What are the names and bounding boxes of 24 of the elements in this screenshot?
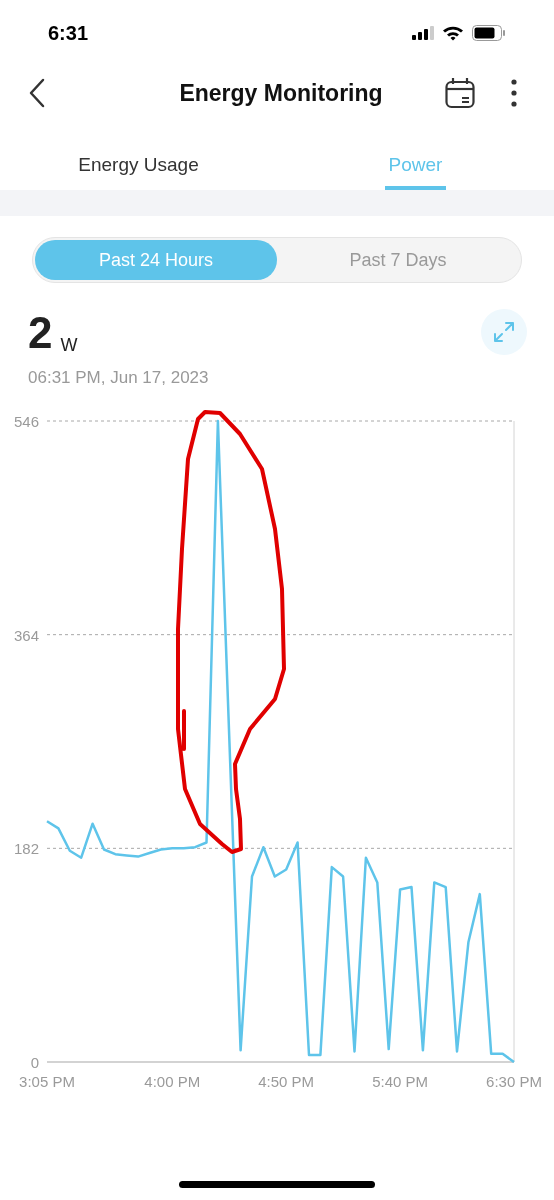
more-icon [511, 79, 517, 107]
x-tick-label: 4:00 PM [144, 1072, 201, 1090]
y-tick-label: 0 [30, 1053, 39, 1071]
tab[interactable]: Energy Usage [74, 124, 203, 190]
power-unit: W [60, 334, 78, 357]
page-title: Energy Monitoring [178, 78, 384, 108]
y-tick-label: 182 [13, 839, 39, 857]
calendar-icon [445, 77, 475, 109]
y-tick-label: 364 [13, 626, 39, 644]
battery-icon [472, 25, 506, 41]
back-icon [28, 78, 46, 108]
range-option[interactable]: Past 24 Hours [35, 240, 277, 280]
x-tick-label: 6:30 PM [486, 1072, 542, 1090]
status-time: 6:31 [48, 21, 89, 46]
signal-icon [412, 26, 434, 40]
range-option[interactable]: Past 7 Days [277, 240, 519, 280]
wifi-icon [442, 25, 464, 41]
x-tick-label: 3:05 PM [19, 1072, 75, 1090]
x-tick-label: 5:40 PM [372, 1072, 429, 1090]
y-tick-label: 546 [13, 412, 39, 430]
x-tick-label: 4:50 PM [258, 1072, 315, 1090]
power-value: 2 [28, 309, 53, 357]
reading-timestamp: 06:31 PM, Jun 17, 2023 [28, 367, 209, 389]
expand-icon [492, 320, 516, 344]
